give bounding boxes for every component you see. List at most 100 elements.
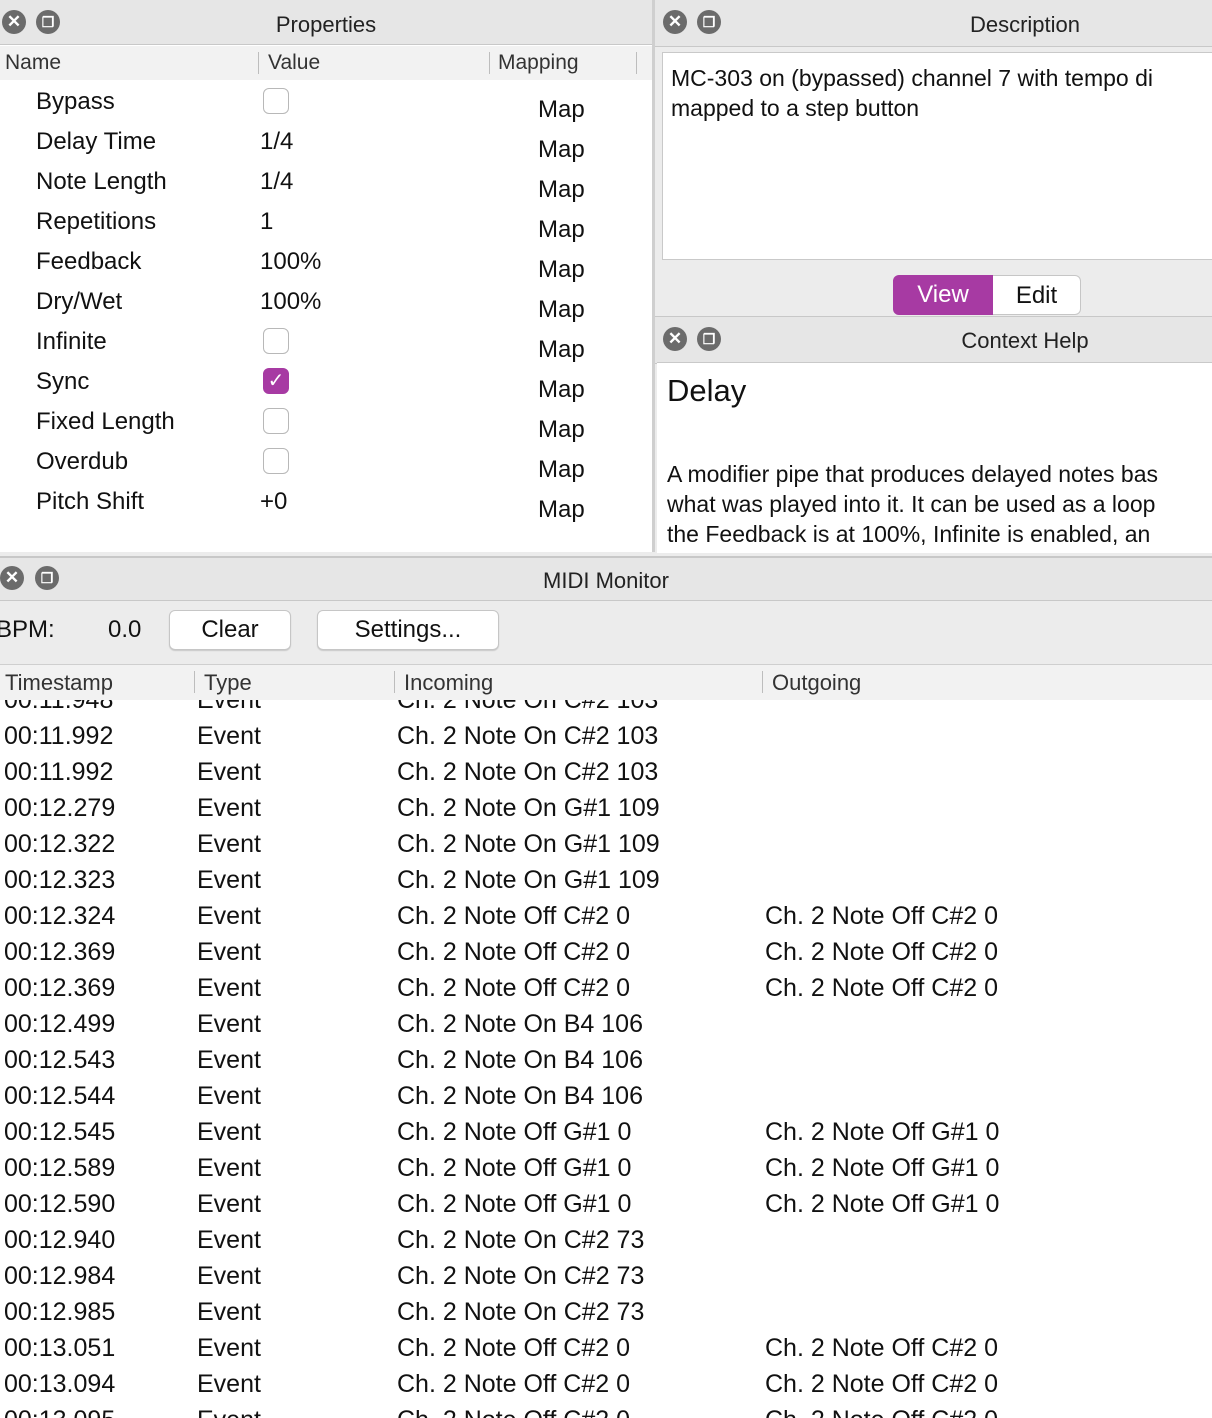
outgoing-cell: Ch. 2 Note Off C#2 0: [765, 1334, 998, 1362]
property-checkbox[interactable]: [263, 328, 289, 354]
property-row[interactable]: Bypass Map: [0, 82, 652, 124]
type-cell: Event: [197, 1370, 261, 1398]
type-cell: Event: [197, 1082, 261, 1110]
property-row[interactable]: Pitch Shift +0 Map: [0, 482, 652, 524]
map-button[interactable]: Map: [538, 416, 585, 444]
property-row[interactable]: Repetitions 1 Map: [0, 202, 652, 244]
float-window-icon[interactable]: ❐: [697, 327, 721, 351]
type-cell: Event: [197, 1262, 261, 1290]
table-row[interactable]: 00:12.544 Event Ch. 2 Note On B4 106: [0, 1078, 1212, 1114]
incoming-cell: Ch. 2 Note On G#1 109: [397, 830, 660, 858]
property-row[interactable]: Fixed Length Map: [0, 402, 652, 444]
incoming-cell: Ch. 2 Note Off G#1 0: [397, 1118, 632, 1146]
map-button[interactable]: Map: [538, 296, 585, 324]
property-value[interactable]: 1/4: [260, 168, 293, 196]
edit-button[interactable]: Edit: [993, 275, 1081, 315]
column-header-incoming[interactable]: Incoming: [404, 670, 493, 696]
close-icon[interactable]: ✕: [663, 327, 687, 351]
timestamp-cell: 00:12.499: [4, 1010, 116, 1038]
map-button[interactable]: Map: [538, 496, 585, 524]
view-button[interactable]: View: [893, 275, 993, 315]
table-row[interactable]: 00:13.051 Event Ch. 2 Note Off C#2 0 Ch. 2 …: [0, 1330, 1212, 1366]
table-row[interactable]: 00:13.094 Event Ch. 2 Note Off C#2 0 Ch. 2 …: [0, 1366, 1212, 1402]
map-button[interactable]: Map: [538, 376, 585, 404]
column-header-mapping[interactable]: Mapping: [498, 51, 579, 75]
table-row[interactable]: 00:12.590 Event Ch. 2 Note Off G#1 0 Ch. 2 …: [0, 1186, 1212, 1222]
incoming-cell: Ch. 2 Note Off G#1 0: [397, 1190, 632, 1218]
table-row[interactable]: 00:12.324 Event Ch. 2 Note Off C#2 0 Ch. 2 …: [0, 898, 1212, 934]
property-checkbox[interactable]: [263, 408, 289, 434]
table-row[interactable]: 00:12.499 Event Ch. 2 Note On B4 106: [0, 1006, 1212, 1042]
property-row[interactable]: Note Length 1/4 Map: [0, 162, 652, 204]
table-row[interactable]: 00:12.984 Event Ch. 2 Note On C#2 73: [0, 1258, 1212, 1294]
property-value[interactable]: 100%: [260, 248, 321, 276]
incoming-cell: Ch. 2 Note Off C#2 0: [397, 1402, 630, 1418]
context-help-title: Context Help: [961, 328, 1089, 353]
property-row[interactable]: Feedback 100% Map: [0, 242, 652, 284]
property-value[interactable]: 1: [260, 208, 273, 236]
table-row[interactable]: 00:12.589 Event Ch. 2 Note Off G#1 0 Ch. 2 …: [0, 1150, 1212, 1186]
column-header-type[interactable]: Type: [204, 670, 252, 696]
table-row[interactable]: 00:12.322 Event Ch. 2 Note On G#1 109: [0, 826, 1212, 862]
property-row[interactable]: Delay Time 1/4 Map: [0, 122, 652, 164]
map-button[interactable]: Map: [538, 216, 585, 244]
property-value[interactable]: 1/4: [260, 128, 293, 156]
property-value[interactable]: +0: [260, 488, 287, 516]
timestamp-cell: 00:12.590: [4, 1190, 116, 1218]
table-row[interactable]: 00:11.992 Event Ch. 2 Note On C#2 103: [0, 754, 1212, 790]
map-button[interactable]: Map: [538, 256, 585, 284]
timestamp-cell: 00:11.948: [4, 700, 114, 714]
map-button[interactable]: Map: [538, 336, 585, 364]
context-help-heading: Delay: [667, 373, 747, 408]
property-row[interactable]: Sync ✓ Map: [0, 362, 652, 404]
type-cell: Event: [197, 938, 261, 966]
property-row[interactable]: Infinite Map: [0, 322, 652, 364]
map-button[interactable]: Map: [538, 456, 585, 484]
type-cell: Event: [197, 902, 261, 930]
table-row[interactable]: 00:12.279 Event Ch. 2 Note On G#1 109: [0, 790, 1212, 826]
table-row[interactable]: 00:12.323 Event Ch. 2 Note On G#1 109: [0, 862, 1212, 898]
type-cell: Event: [197, 1154, 261, 1182]
table-row[interactable]: 00:12.940 Event Ch. 2 Note On C#2 73: [0, 1222, 1212, 1258]
float-window-icon[interactable]: ❐: [697, 10, 721, 34]
description-text-area[interactable]: MC-303 on (bypassed) channel 7 with temp…: [662, 52, 1212, 260]
midi-table-header: Timestamp Type Incoming Outgoing: [0, 664, 1212, 701]
table-row[interactable]: 00:11.992 Event Ch. 2 Note On C#2 103: [0, 718, 1212, 754]
map-button[interactable]: Map: [538, 96, 585, 124]
property-row[interactable]: Overdub Map: [0, 442, 652, 484]
close-icon[interactable]: ✕: [663, 10, 687, 34]
outgoing-cell: Ch. 2 Note Off C#2 0: [765, 974, 998, 1002]
type-cell: Event: [197, 1118, 261, 1146]
clear-button[interactable]: Clear: [169, 610, 291, 650]
timestamp-cell: 00:13.051: [4, 1334, 116, 1362]
property-checkbox[interactable]: ✓: [263, 368, 289, 394]
properties-title: Properties: [275, 12, 377, 37]
property-checkbox[interactable]: [263, 88, 289, 114]
column-header-outgoing[interactable]: Outgoing: [772, 670, 861, 696]
settings-button[interactable]: Settings...: [317, 610, 499, 650]
midi-table-body[interactable]: 00:11.948 Event Ch. 2 Note On C#2 103 00:11…: [0, 700, 1212, 1418]
table-row[interactable]: 00:12.543 Event Ch. 2 Note On B4 106: [0, 1042, 1212, 1078]
incoming-cell: Ch. 2 Note On B4 106: [397, 1082, 643, 1110]
incoming-cell: Ch. 2 Note Off C#2 0: [397, 938, 630, 966]
context-help-line: A modifier pipe that produces delayed no…: [667, 461, 1158, 487]
table-row[interactable]: 00:13.095 Event Ch. 2 Note Off C#2 0 Ch. 2 …: [0, 1402, 1212, 1418]
timestamp-cell: 00:12.940: [4, 1226, 116, 1254]
outgoing-cell: Ch. 2 Note Off G#1 0: [765, 1154, 1000, 1182]
property-value[interactable]: 100%: [260, 288, 321, 316]
outgoing-cell: Ch. 2 Note Off C#2 0: [765, 938, 998, 966]
property-checkbox[interactable]: [263, 448, 289, 474]
table-row[interactable]: 00:12.369 Event Ch. 2 Note Off C#2 0 Ch. 2 …: [0, 970, 1212, 1006]
table-row[interactable]: 00:12.985 Event Ch. 2 Note On C#2 73: [0, 1294, 1212, 1330]
property-name: Feedback: [36, 248, 142, 275]
table-row[interactable]: 00:12.545 Event Ch. 2 Note Off G#1 0 Ch. 2 …: [0, 1114, 1212, 1150]
table-row[interactable]: 00:11.948 Event Ch. 2 Note On C#2 103: [0, 700, 1212, 718]
column-header-value[interactable]: Value: [268, 51, 320, 75]
property-row[interactable]: Dry/Wet 100% Map: [0, 282, 652, 324]
context-help-panel: ✕ ❐ Context Help Delay A modifier pipe t…: [655, 316, 1212, 553]
map-button[interactable]: Map: [538, 136, 585, 164]
table-row[interactable]: 00:12.369 Event Ch. 2 Note Off C#2 0 Ch. 2 …: [0, 934, 1212, 970]
column-header-timestamp[interactable]: Timestamp: [5, 670, 113, 696]
map-button[interactable]: Map: [538, 176, 585, 204]
column-header-name[interactable]: Name: [5, 51, 61, 75]
